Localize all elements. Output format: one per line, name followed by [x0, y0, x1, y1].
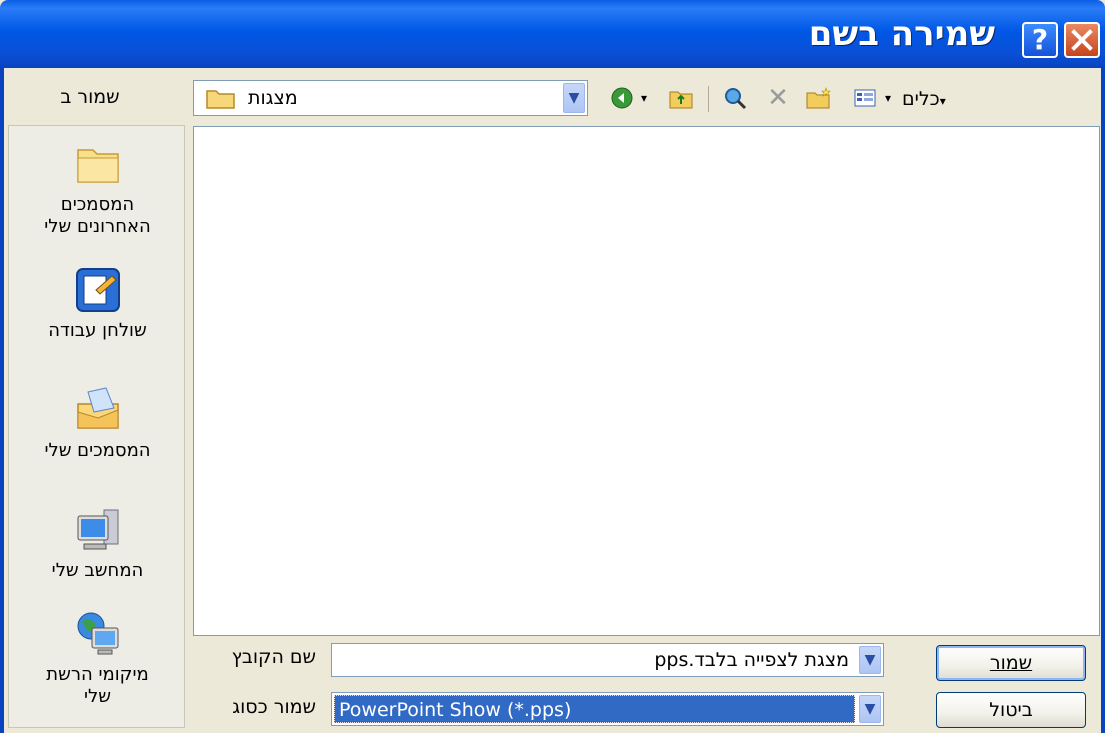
new-folder-button[interactable]: [806, 86, 832, 110]
back-dropdown[interactable]: ▾: [636, 86, 652, 110]
location-dropdown-button[interactable]: ▼: [563, 83, 585, 113]
close-button[interactable]: [1064, 22, 1100, 58]
place-label-line1: המסמכים: [60, 194, 135, 215]
filename-label-text: שם הקובץ: [231, 646, 316, 668]
small-arrow-down-icon: ▾: [884, 91, 892, 105]
tools-menu-label: כלים: [902, 88, 940, 110]
place-label-line1: שולחן עבודה: [48, 320, 147, 341]
location-value: מצגות: [248, 87, 298, 109]
up-folder-button[interactable]: [668, 86, 694, 110]
place-label-line1: המסמכים שלי: [44, 440, 151, 461]
small-arrow-down-icon: ▾: [640, 91, 648, 105]
place-my-documents[interactable]: המסמכים שלי: [9, 386, 186, 462]
tools-menu[interactable]: ▾כלים: [902, 88, 946, 110]
new-folder-icon: [806, 87, 831, 109]
place-my-computer[interactable]: המחשב שלי: [9, 506, 186, 582]
help-button[interactable]: ?: [1022, 22, 1058, 58]
search-web-button[interactable]: [722, 86, 748, 110]
views-icon: [854, 89, 876, 107]
location-combo[interactable]: מצגות ▼: [193, 80, 588, 116]
filename-dropdown-button[interactable]: ▼: [859, 646, 881, 674]
filetype-label: שמור כסוג: [196, 696, 316, 718]
toolbar-separator: [708, 86, 709, 112]
recent-folder-icon: [76, 149, 119, 183]
places-bar: המסמכים האחרונים שלי שולחן עבודה המסמכים…: [8, 125, 185, 728]
filetype-label-text: שמור כסוג: [232, 696, 316, 718]
delete-icon: ✕: [767, 83, 789, 113]
views-button[interactable]: [852, 86, 878, 110]
place-label-line2: שלי: [83, 686, 111, 707]
place-label-line1: מיקומי הרשת: [46, 664, 149, 685]
save-in-label: שמור ב: [60, 86, 120, 108]
chevron-down-icon: ▼: [568, 90, 580, 106]
views-dropdown[interactable]: ▾: [880, 86, 896, 110]
place-recent-documents[interactable]: המסמכים האחרונים שלי: [9, 140, 186, 238]
network-places-icon: [77, 612, 118, 655]
cancel-button[interactable]: ביטול: [936, 692, 1086, 728]
save-button-label: שמור: [989, 652, 1033, 674]
search-web-icon: [725, 88, 747, 110]
place-network[interactable]: מיקומי הרשת שלי: [9, 610, 186, 708]
filetype-combo[interactable]: PowerPoint Show (*.pps) ▼: [331, 692, 884, 726]
filename-label: שם הקובץ: [196, 646, 316, 668]
folder-icon: [206, 87, 236, 113]
my-computer-icon: [77, 509, 118, 550]
filename-input[interactable]: מצגת לצפייה בלבד.pps: [654, 649, 849, 671]
small-arrow-down-icon: ▾: [939, 94, 946, 108]
filename-combo[interactable]: מצגת לצפייה בלבד.pps ▼: [331, 643, 884, 677]
filetype-selected-value: PowerPoint Show (*.pps): [334, 695, 855, 723]
save-button[interactable]: שמור: [936, 645, 1086, 681]
place-label-line2: האחרונים שלי: [44, 216, 151, 237]
place-label-line1: המחשב שלי: [51, 560, 144, 581]
chevron-down-icon: ▼: [864, 652, 876, 668]
file-list[interactable]: [193, 126, 1100, 636]
close-icon: [1071, 29, 1093, 51]
back-button[interactable]: [609, 86, 635, 110]
my-documents-icon: [76, 387, 119, 429]
filetype-dropdown-button[interactable]: ▼: [859, 695, 881, 723]
back-icon: [611, 87, 633, 109]
up-folder-icon: [669, 91, 693, 109]
title-bar[interactable]: שמירה בשם ?: [0, 0, 1105, 68]
chevron-down-icon: ▼: [864, 701, 876, 717]
delete-button[interactable]: ✕: [765, 83, 791, 113]
window-title: שמירה בשם: [808, 14, 995, 54]
place-desktop[interactable]: שולחן עבודה: [9, 266, 186, 342]
desktop-icon: [75, 268, 120, 312]
